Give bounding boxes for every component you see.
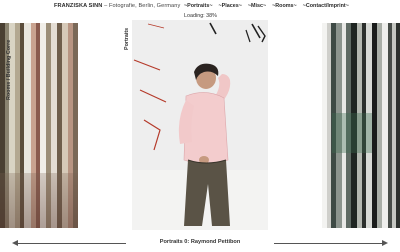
next-gallery-preview[interactable] xyxy=(322,23,400,228)
nav-portraits[interactable]: ~Portraits~ xyxy=(184,3,212,9)
nav-misc[interactable]: ~Misc~ xyxy=(248,3,266,9)
nav-places[interactable]: ~Places~ xyxy=(218,3,241,9)
main-nav: ~Portraits~ ~Places~ ~Misc~ ~Rooms~ ~Con… xyxy=(184,3,349,9)
nav-contact-imprint[interactable]: ~Contact/Imprint~ xyxy=(303,3,349,9)
gallery-section-label: Portraits xyxy=(124,27,130,50)
loading-status: Loading: 38% xyxy=(184,13,217,19)
next-gallery-line[interactable] xyxy=(274,243,384,244)
arrow-right-icon[interactable] xyxy=(382,240,388,246)
left-gallery-label[interactable]: Rooms / Building Corre xyxy=(6,40,12,100)
main-photo[interactable] xyxy=(132,20,268,230)
site-name[interactable]: FRANZISKA SINN xyxy=(54,3,102,9)
nav-rooms[interactable]: ~Rooms~ xyxy=(272,3,297,9)
portrait-photo-image xyxy=(132,20,268,230)
gallery-caption: Portraits 0: Raymond Pettibon xyxy=(159,239,241,245)
site-tagline: – Fotografie, Berlin, Germany xyxy=(102,3,181,9)
site-brand[interactable]: FRANZISKA SINN – Fotografie, Berlin, Ger… xyxy=(54,3,180,9)
